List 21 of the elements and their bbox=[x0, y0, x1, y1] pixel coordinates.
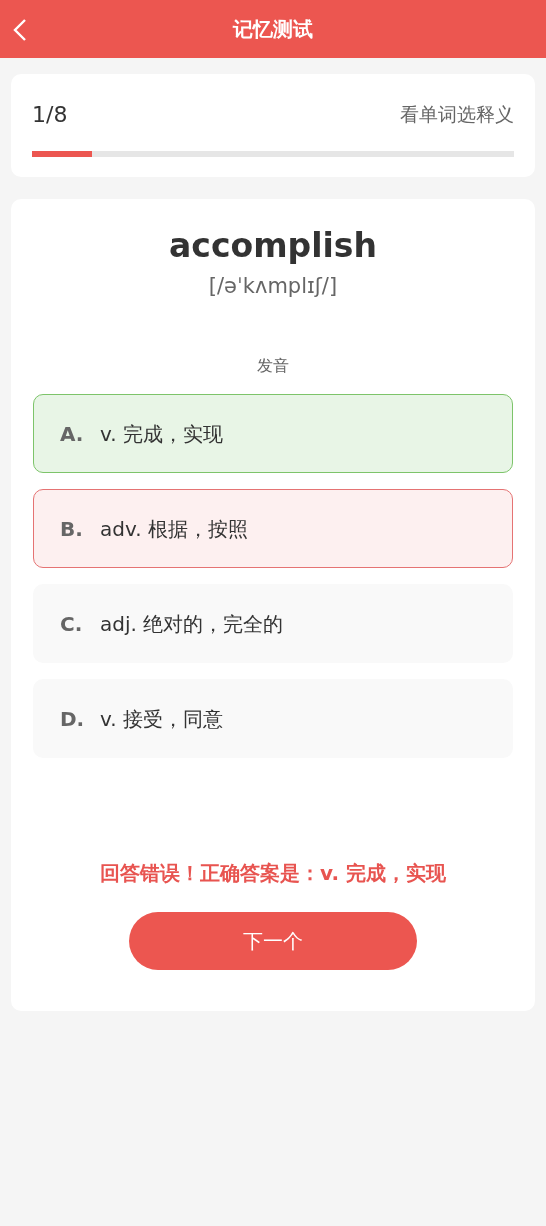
answer-option[interactable]: D. v. 接受，同意 bbox=[33, 679, 513, 758]
option-letter: A. bbox=[60, 420, 85, 448]
option-letter: C. bbox=[60, 610, 84, 638]
option-text: adj. 绝对的，完全的 bbox=[100, 610, 284, 638]
pronounce-button[interactable]: 发音 bbox=[257, 354, 289, 378]
page-title: 记忆测试 bbox=[233, 16, 313, 43]
phonetic-text: [/əˈkʌmplɪʃ/] bbox=[208, 273, 338, 298]
back-button[interactable] bbox=[12, 17, 28, 41]
option-letter: D. bbox=[60, 705, 86, 733]
answer-option[interactable]: C. adj. 绝对的，完全的 bbox=[33, 584, 513, 663]
quiz-mode-label: 看单词选释义 bbox=[400, 102, 514, 128]
answer-option[interactable]: A. v. 完成，实现 bbox=[33, 394, 513, 473]
back-icon bbox=[12, 17, 28, 42]
option-text: v. 接受，同意 bbox=[100, 705, 223, 733]
answer-option[interactable]: B. adv. 根据，按照 bbox=[33, 489, 513, 568]
option-text: adv. 根据，按照 bbox=[100, 515, 248, 543]
feedback-message: 回答错误！正确答案是：v. 完成，实现 bbox=[100, 860, 446, 887]
option-text: v. 完成，实现 bbox=[100, 420, 223, 448]
option-letter: B. bbox=[60, 515, 84, 543]
question-counter: 1/8 bbox=[32, 101, 68, 129]
vocabulary-word: accomplish bbox=[169, 226, 377, 265]
